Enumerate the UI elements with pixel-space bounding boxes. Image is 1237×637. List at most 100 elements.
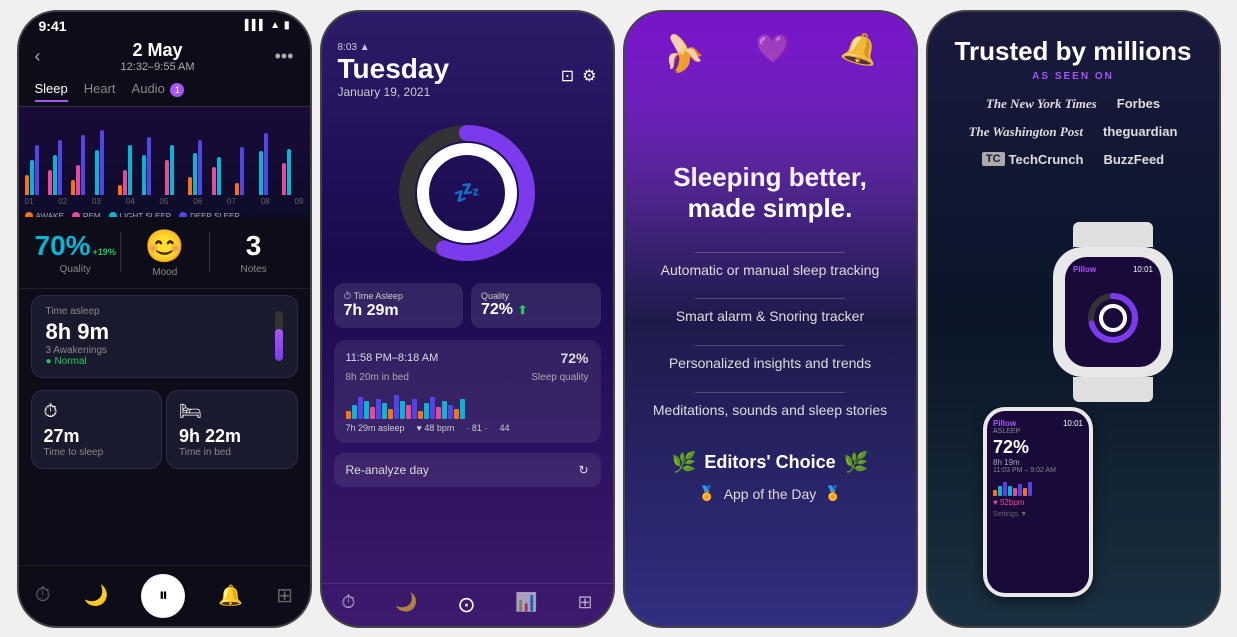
watch-phone-display: Pillow 10:01 ASLEEP 72% 8h 19m 11:03 PM …: [944, 181, 1203, 614]
apple-watch-container: Pillow 10:01: [1053, 222, 1173, 397]
watch-time-range: 11:03 PM – 9:02 AM: [993, 467, 1083, 474]
p2-quality-val: 72% ⬆: [481, 301, 591, 319]
p2-chart-icon[interactable]: 📊: [515, 592, 537, 618]
sleep-chart-1: 010203040506070809 AWAKE REM LIGHT SLEEP…: [19, 107, 310, 217]
notes-label: Notes: [241, 264, 267, 275]
p3-divider-2: [695, 298, 846, 299]
awakenings: 3 Awakenings: [46, 345, 110, 356]
watch2-header: Pillow 10:01: [1073, 265, 1153, 274]
tab-heart[interactable]: Heart: [84, 81, 116, 102]
p2-settings-icon[interactable]: ⚙: [582, 66, 596, 86]
watch-app-name: Pillow: [993, 419, 1016, 428]
chart-bars: [25, 115, 304, 195]
mood-stat: 😊 Mood: [125, 227, 205, 278]
p2-home-icon[interactable]: ⊙: [457, 592, 475, 618]
battery-icon: ▮: [284, 20, 290, 31]
bottom-nav-1: ⏱ 🌙 ⏸ 🔔 ⊞: [19, 565, 310, 626]
p3-divider-1: [695, 252, 846, 253]
quality-change: +19%: [93, 247, 116, 257]
audio-badge: 1: [170, 83, 184, 97]
phone-4-content: Trusted by millions AS SEEN ON The New Y…: [928, 12, 1219, 626]
chart-labels: 010203040506070809: [25, 195, 304, 208]
reanalyze-button[interactable]: Re-analyze day ↻: [334, 453, 601, 487]
check-icon: ●: [46, 356, 52, 367]
p2-stats: ⏱ Time Asleep 7h 29m Quality 72% ⬆: [322, 283, 613, 328]
time-to-sleep-label: Time to sleep: [44, 447, 150, 458]
sleep-progress: [275, 311, 283, 361]
tab-sleep[interactable]: Sleep: [35, 81, 68, 102]
nav-grid-icon[interactable]: ⊞: [276, 583, 293, 608]
bottom-stats: ⏱ 27m Time to sleep 🛏 9h 22m Time in bed: [19, 384, 310, 475]
status-time-1: 9:41: [39, 18, 67, 34]
p2-time-asleep-box: ⏱ Time Asleep 7h 29m: [334, 283, 464, 328]
phone-2-frame: 8:03 ▲ Tuesday January 19, 2021 ⊡ ⚙: [320, 10, 615, 628]
editors-choice: 🌿 Editors' Choice 🌿: [671, 450, 868, 475]
pause-button[interactable]: ⏸: [141, 574, 185, 618]
phone-2-content: 8:03 ▲ Tuesday January 19, 2021 ⊡ ⚙: [322, 12, 613, 626]
p3-divider-3: [695, 345, 846, 346]
leaf-left-icon: 🌿: [671, 450, 696, 475]
p2-mini-bars: [346, 389, 589, 419]
as-seen-on: AS SEEN ON: [944, 71, 1203, 82]
watch-body: Pillow 10:01: [1053, 247, 1173, 377]
screenshots-container: 9:41 ▌▌▌ ▲ ▮ ‹ 2 May 12:32–9:55 AM •••: [0, 0, 1237, 637]
divider-1: [120, 232, 121, 272]
media-forbes: Forbes: [1109, 92, 1168, 116]
time-in-bed-label: Time in bed: [179, 447, 285, 458]
tab-audio[interactable]: Audio 1: [132, 81, 185, 102]
more-button-1[interactable]: •••: [275, 46, 294, 67]
p2-timer-icon[interactable]: ⏱: [341, 592, 355, 618]
quality-label: Quality: [60, 264, 91, 275]
bed-icon: 🛏: [179, 401, 285, 422]
p3-feature-2: Smart alarm & Snoring tracker: [676, 307, 864, 327]
media-nyt: The New York Times: [978, 92, 1105, 116]
phone-1-content: 9:41 ▌▌▌ ▲ ▮ ‹ 2 May 12:32–9:55 AM •••: [19, 12, 310, 626]
media-buzzfeed: BuzzFeed: [1095, 148, 1172, 171]
p2-quality-box: Quality 72% ⬆: [471, 283, 601, 328]
nav-moon-icon[interactable]: 🌙: [84, 583, 109, 608]
time-asleep-card: Time asleep 8h 9m 3 Awakenings ● Normal: [31, 295, 298, 378]
signal-icon: ▌▌▌: [245, 20, 266, 31]
normal-badge: ● Normal: [46, 356, 110, 367]
watch-heart: ♥ 52bpm: [993, 498, 1083, 507]
p2-moon-icon[interactable]: 🌙: [395, 592, 417, 618]
media-grid: The New York Times Forbes The Washington…: [944, 92, 1203, 171]
nav-bell-icon[interactable]: 🔔: [218, 583, 243, 608]
p3-decor-area: 🍌 💜 🔔: [625, 12, 916, 192]
leaf-right-icon: 🌿: [844, 450, 869, 475]
time-in-bed-value: 9h 22m: [179, 426, 285, 447]
watch-mini-bars: [993, 478, 1083, 496]
mood-label: Mood: [152, 267, 177, 278]
wifi-icon: ▲: [270, 20, 280, 31]
p2-date: January 19, 2021: [338, 85, 450, 99]
divider-2: [209, 232, 210, 272]
refresh-icon: ↻: [578, 463, 588, 477]
award-right-icon: 🏅: [824, 485, 841, 502]
p2-quality-lbl: Quality: [481, 291, 591, 301]
time-asleep-label: Time asleep: [46, 306, 110, 317]
phone-1-frame: 9:41 ▌▌▌ ▲ ▮ ‹ 2 May 12:32–9:55 AM •••: [17, 10, 312, 628]
award-left-icon: 🏅: [698, 485, 715, 502]
nav-timer-icon[interactable]: ⏱: [35, 584, 51, 607]
notes-stat: 3 Notes: [214, 230, 294, 275]
p2-stats-row: 7h 29m asleep ♥ 48 bpm · 81 · 44: [346, 423, 589, 433]
p3-divider-4: [695, 392, 846, 393]
watch2-app: Pillow: [1073, 265, 1096, 274]
media-wapo: The Washington Post: [961, 120, 1091, 144]
sleep-ring-2: 💤: [322, 103, 613, 283]
p3-feature-1: Automatic or manual sleep tracking: [661, 261, 880, 281]
time-in-bed-card: 🛏 9h 22m Time in bed: [166, 390, 298, 469]
p2-grid-icon[interactable]: ⊞: [577, 592, 592, 618]
back-button-1[interactable]: ‹: [35, 46, 41, 67]
p2-day: Tuesday: [338, 53, 450, 85]
quality-stat: 70% +19% Quality: [35, 230, 116, 275]
time-asleep-value: 8h 9m: [46, 319, 110, 345]
p2-time-row: 11:58 PM–8:18 AM 72%: [346, 350, 589, 366]
notes-value: 3: [246, 230, 262, 262]
app-of-day: 🏅 App of the Day 🏅: [698, 485, 842, 502]
date-display-1: 2 May: [121, 40, 195, 61]
watch-ring: [1073, 276, 1153, 359]
p2-calendar-icon[interactable]: ⊡: [561, 66, 574, 86]
watch-screen: Pillow 10:01 ASLEEP 72% 8h 19m 11:03 PM …: [987, 411, 1089, 593]
nav-bar-1: ‹ 2 May 12:32–9:55 AM •••: [19, 36, 310, 77]
